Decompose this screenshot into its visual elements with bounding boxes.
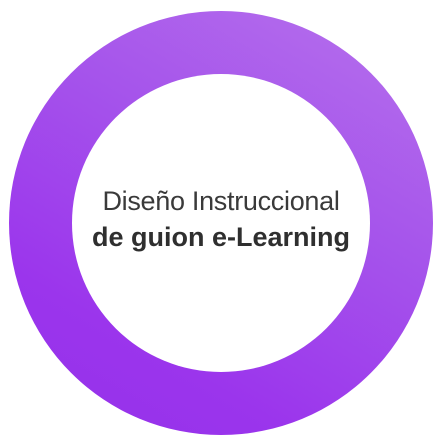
badge: Diseño Instruccional de guion e-Learning <box>0 0 440 440</box>
badge-title-line-1: Diseño Instruccional <box>102 186 340 216</box>
badge-title-line-2: de guion e-Learning <box>91 222 350 252</box>
